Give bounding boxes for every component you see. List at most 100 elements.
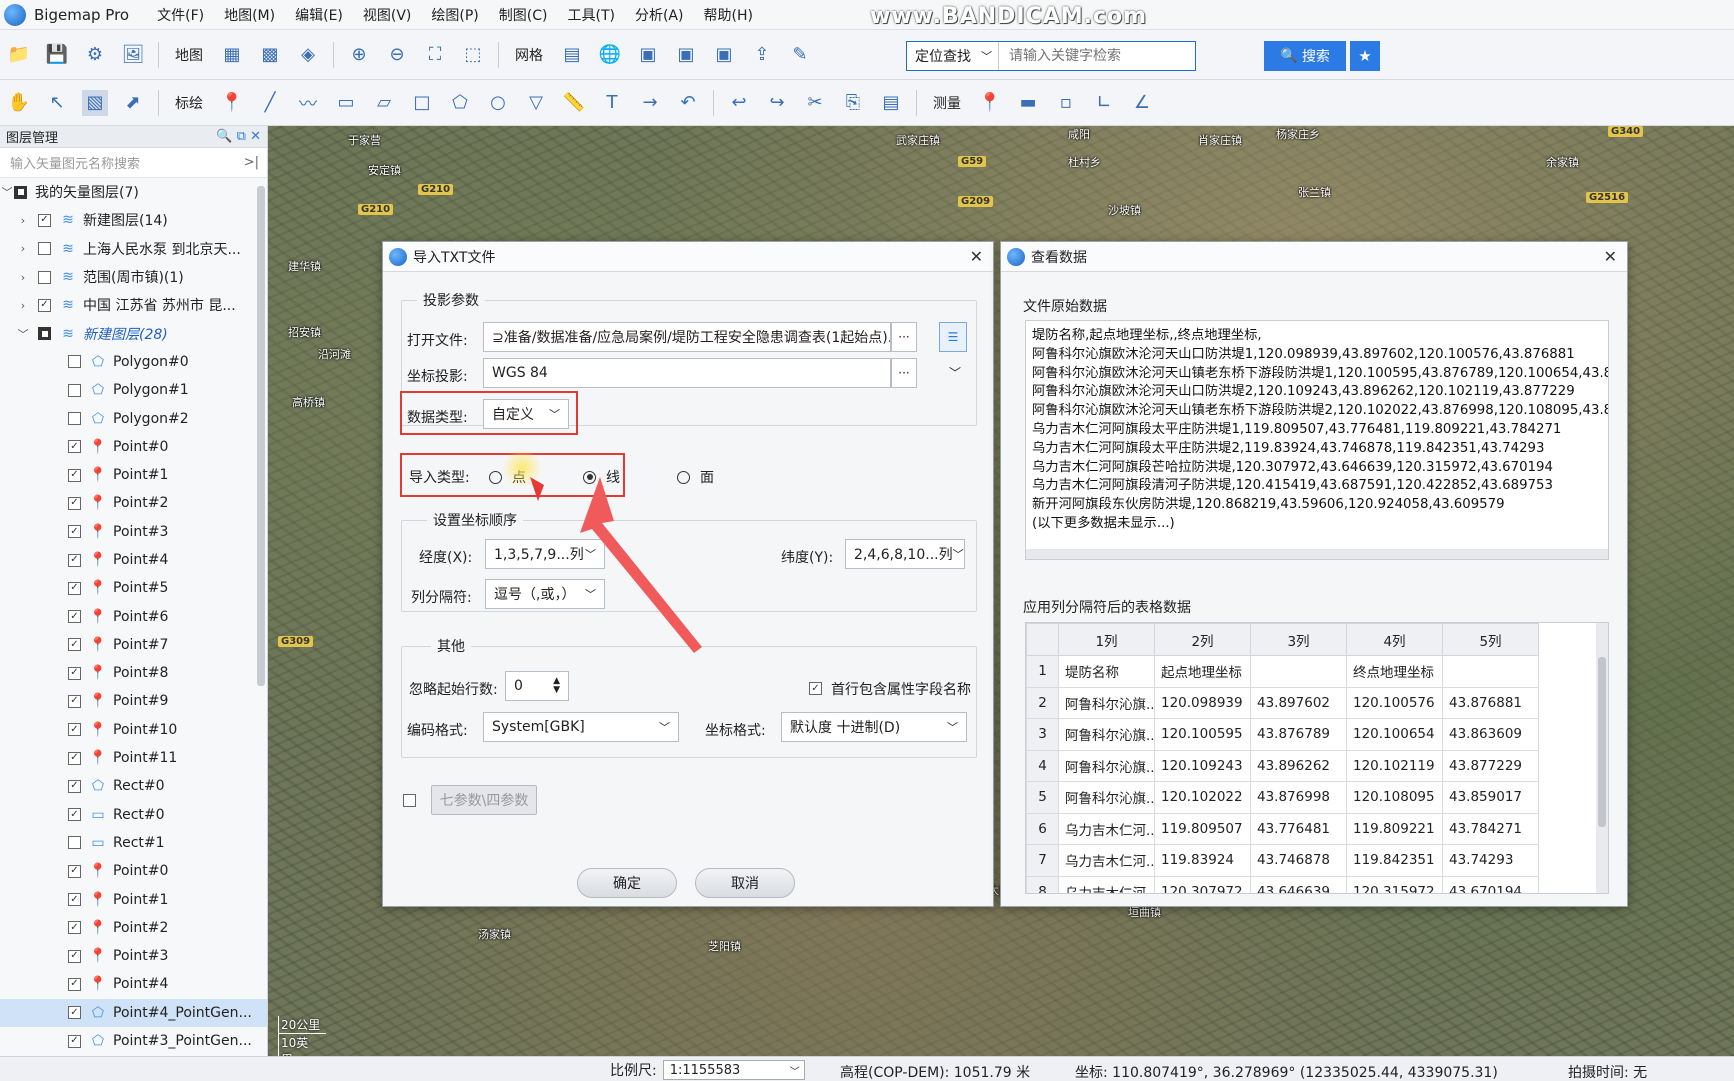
close-icon[interactable]: ✕ [1604, 247, 1617, 266]
layer-item[interactable]: ✓ 📍 Point#1 [0, 461, 267, 489]
measure-angle-icon[interactable]: ∟ [1091, 90, 1117, 116]
layer-checkbox[interactable]: ✓ [68, 610, 81, 624]
map-layer-icon[interactable]: ▦ [219, 42, 245, 68]
layer-checkbox[interactable] [68, 836, 81, 850]
seven-param-button[interactable]: 七参数\四参数 [431, 785, 537, 815]
table-row[interactable]: 4 阿鲁科尔沁旗... 120.109243 43.896262 120.102119 4… [1026, 749, 1539, 782]
layer-item[interactable]: ✓ 📍 Point#0 [0, 857, 267, 885]
layer-group[interactable]: › ✓ ≋ 中国 江苏省 苏州市 昆... [0, 291, 267, 319]
layer-panel-scrollbar[interactable] [257, 186, 265, 686]
layer-checkbox[interactable]: ✓ [68, 864, 81, 878]
layer-item[interactable]: ✓ 📍 Point#1 [0, 885, 267, 913]
layer-item[interactable]: ✓ 📍 Point#2 [0, 914, 267, 942]
layer-checkbox[interactable]: ✓ [68, 893, 81, 907]
table-scroll-thumb[interactable] [1598, 657, 1606, 827]
layer-item[interactable]: ✓ ⬠ Point#3_PointGen... [0, 1027, 267, 1055]
scale-select[interactable]: 1:1155583 ﹀ [662, 1060, 805, 1080]
zoom-extent-icon[interactable]: ⛶ [422, 42, 448, 68]
measure-distance-icon[interactable]: ▬ [1015, 90, 1041, 116]
layer-checkbox[interactable]: ✓ [68, 638, 81, 652]
measure-area-icon[interactable]: ▫ [1053, 90, 1079, 116]
table-row[interactable]: 5 阿鲁科尔沁旗... 120.102022 43.876998 120.108095 4… [1026, 781, 1539, 814]
rectangle-icon[interactable]: ▭ [333, 90, 359, 116]
layer-checkbox[interactable]: ✓ [68, 779, 81, 793]
layer-checkbox[interactable] [68, 412, 81, 426]
select-image-icon[interactable]: ▧ [82, 89, 108, 116]
open-folder-icon[interactable]: 📁 [6, 42, 32, 68]
export-icon[interactable]: ⇪ [749, 42, 775, 68]
select-arrow-icon[interactable]: ↖ [44, 90, 70, 116]
layer-group[interactable]: › ≋ 范围(周市镇)(1) [0, 263, 267, 291]
text-icon[interactable]: T [599, 90, 625, 116]
file-list-icon[interactable]: ☰ [939, 322, 967, 352]
layer-checkbox[interactable]: ✓ [38, 213, 51, 227]
layer-checkbox[interactable]: ✓ [68, 723, 81, 737]
layer-item[interactable]: ⬠ Polygon#1 [0, 376, 267, 404]
search-input[interactable] [999, 43, 1195, 69]
layer-item[interactable]: ✓ 📍 Point#9 [0, 687, 267, 715]
layer-item[interactable]: ✓ 📍 Point#7 [0, 631, 267, 659]
nm-grid-icon[interactable]: ▣ [673, 42, 699, 68]
close-icon[interactable]: ✕ [970, 247, 983, 266]
table-row[interactable]: 7 乌力吉木仁河... 119.83924 43.746878 119.842351 43… [1026, 844, 1539, 877]
browse-proj-button[interactable]: ··· [891, 358, 917, 388]
layer-item[interactable]: ✓ 📍 Point#4 [0, 546, 267, 574]
locate-mode-select[interactable]: 定位查找 ﹀ [907, 42, 999, 70]
layer-item[interactable]: ✓ 📍 Point#3 [0, 942, 267, 970]
globe-grid-icon[interactable]: 🌐 [597, 42, 623, 68]
pentagon-icon[interactable]: ⬠ [447, 90, 473, 116]
circle-icon[interactable]: ○ [485, 90, 511, 116]
layer-item[interactable]: ✓ ⬠ Point#4_PointGen... [0, 998, 267, 1027]
chevron-down-icon[interactable]: ﹀ [949, 364, 961, 381]
search-button[interactable]: 🔍 搜索 [1264, 41, 1346, 71]
layer-item[interactable]: ⬠ Polygon#0 [0, 348, 267, 376]
arrow-icon[interactable]: → [637, 90, 663, 116]
point-marker-icon[interactable]: 📍 [219, 90, 245, 116]
chevron-down-icon[interactable]: ﹀ [16, 326, 30, 342]
chevron-right-icon[interactable]: › [16, 214, 30, 227]
paste-icon[interactable]: ▤ [878, 90, 904, 116]
full-extent-icon[interactable]: ⬚ [460, 42, 486, 68]
pan-hand-icon[interactable]: ✋ [6, 90, 32, 116]
menu-item[interactable]: 帮助(H) [693, 5, 762, 25]
menu-item[interactable]: 绘图(P) [421, 5, 488, 25]
table-row[interactable]: 2 阿鲁科尔沁旗... 120.098939 43.897602 120.100576 4… [1026, 686, 1539, 719]
menu-item[interactable]: 工具(T) [557, 5, 624, 25]
layer-checkbox[interactable]: ✓ [68, 977, 81, 991]
zoom-in-icon[interactable]: ⊕ [346, 42, 372, 68]
open-file-field[interactable]: ⊇准备/数据准备/应急局案例/堤防工程安全隐患调查表(1起始点).csv [483, 322, 891, 352]
parallelogram-icon[interactable]: ▱ [371, 90, 397, 116]
seven-param-checkbox[interactable] [403, 794, 416, 807]
skip-rows-stepper[interactable]: 0 ▲ ▼ [505, 671, 569, 701]
lat-select[interactable]: 2,4,6,8,10...列 ﹀ [845, 539, 965, 569]
layer-item[interactable]: ✓ ▭ Rect#0 [0, 801, 267, 829]
table-row[interactable]: 3 阿鲁科尔沁旗... 120.100595 43.876789 120.100654 4… [1026, 718, 1539, 751]
layer-checkbox[interactable]: ✓ [68, 694, 81, 708]
measure-point-icon[interactable]: 📍 [977, 90, 1003, 116]
layer-checkbox[interactable] [68, 355, 81, 369]
layer-checkbox[interactable]: ✓ [68, 1034, 81, 1048]
menu-item[interactable]: 文件(F) [147, 5, 214, 25]
layer-group[interactable]: ﹀ ≋ 新建图层(28) [0, 319, 267, 347]
redo-icon[interactable]: ↪ [764, 90, 790, 116]
layer-checkbox[interactable]: ✓ [68, 949, 81, 963]
layer-checkbox[interactable] [14, 185, 27, 199]
collapse-icon[interactable]: >| [244, 155, 259, 170]
ruler-icon[interactable]: 📏 [561, 90, 587, 116]
layer-checkbox[interactable]: ✓ [68, 468, 81, 482]
layer-item[interactable]: ✓ ⬠ Rect#0 [0, 772, 267, 800]
layer-root[interactable]: ﹀ 我的矢量图层(7) [0, 178, 267, 206]
table-scrollbar[interactable] [1596, 623, 1608, 893]
coord-format-select[interactable]: 默认度 十进制(D) ﹀ [781, 712, 967, 742]
save-icon[interactable]: 💾 [44, 42, 70, 68]
raw-data-box[interactable]: 堤防名称,起点地理坐标,,终点地理坐标, 阿鲁科尔沁旗欧沐沦河天山口防洪堤1,12… [1025, 320, 1609, 560]
layer-checkbox[interactable]: ✓ [68, 553, 81, 567]
layer-checkbox[interactable]: ✓ [68, 921, 81, 935]
layer-item[interactable]: ✓ 📍 Point#6 [0, 602, 267, 630]
menu-item[interactable]: 分析(A) [625, 5, 694, 25]
clear-icon[interactable]: ✎ [787, 42, 813, 68]
layer-checkbox[interactable]: ✓ [68, 440, 81, 454]
layer-item[interactable]: ✓ 📍 Point#3 [0, 518, 267, 546]
layer-checkbox[interactable]: ✓ [68, 751, 81, 765]
layer-item[interactable]: ▭ Rect#1 [0, 829, 267, 857]
